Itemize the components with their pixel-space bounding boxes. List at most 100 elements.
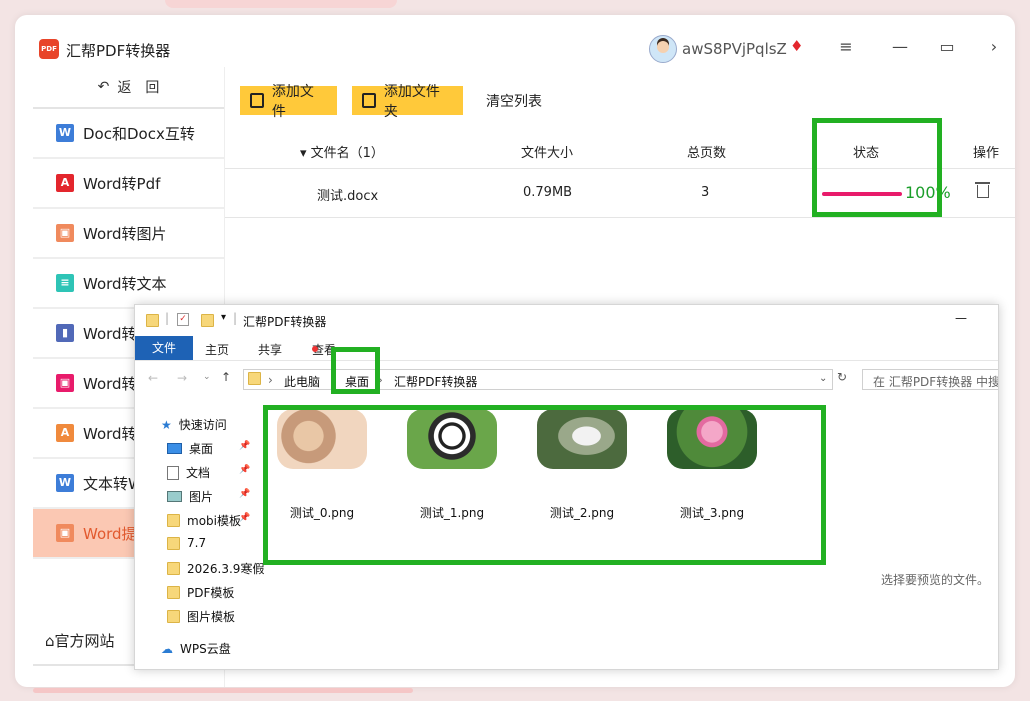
nav-item[interactable]: 图片 [167,488,213,505]
pdf-icon: A [56,174,74,192]
cloud-icon: ☁ [161,641,173,656]
nav-item[interactable]: ★ 快速访问 [161,416,227,433]
explorer-minimize-button[interactable]: — [955,311,967,325]
sidebar-item-label: Word转Pdf [83,174,161,193]
folder-icon [167,610,180,623]
ribbon-tab-share[interactable]: 共享 [258,341,282,358]
nav-item-label: PDF模板 [187,586,235,600]
minimize-button[interactable]: — [889,37,911,56]
star-icon: ★ [161,417,172,432]
folder-icon [248,372,261,385]
folder-icon [167,536,180,550]
image-icon: ▣ [56,224,74,242]
sidebar-item[interactable]: ▣ Word转图片 [33,209,224,259]
sidebar-item-label: Word转 [83,374,137,393]
explorer-title-bar: | ✓ ▾ | 汇帮PDF转换器 — [135,305,998,335]
nav-item[interactable]: 7.7 [167,536,206,550]
app-title: 汇帮PDF转换器 [66,42,171,60]
column-pages: 总页数 [687,146,727,161]
forward-arrow-icon[interactable]: → [177,371,187,385]
nav-item-label: 桌面 [189,442,214,456]
back-arrow-icon[interactable]: ← [148,371,158,385]
notification-dot [312,346,318,352]
clear-list-button[interactable]: 清空列表 [486,91,542,111]
pin-icon: 📌 [239,489,251,499]
pin-icon: 📌 [239,465,251,475]
separator: | [233,311,238,325]
more-button[interactable]: › [983,37,1005,56]
up-arrow-icon[interactable]: ↑ [221,370,231,384]
nav-item-label: mobi模板 [187,514,241,528]
word-icon: W [56,474,74,492]
nav-item-label: 图片模板 [187,610,236,624]
explorer-title: 汇帮PDF转换器 [243,315,327,329]
address-dropdown-icon[interactable]: ⌄ [819,373,827,384]
nav-item[interactable]: 2026.3.9寒假 [167,560,264,577]
back-button[interactable]: ↶ 返 回 [33,67,224,109]
back-arrow-icon: ↶ [97,79,110,95]
sidebar-item[interactable]: A Word转Pdf [33,159,224,209]
home-icon: ⌂ [45,632,55,650]
back-label: 返 回 [117,80,160,96]
column-filename[interactable]: ▾ 文件名（1） [300,142,384,161]
maximize-button[interactable]: ▭ [936,37,958,56]
pin-icon: 📌 [239,441,251,451]
nav-item-label: 2026.3.9寒假 [187,562,265,576]
folder-icon [167,562,180,575]
official-site-link[interactable]: ⌂官方网站 [45,630,115,651]
column-size: 文件大小 [521,146,574,161]
desktop-highlight-box [331,347,380,394]
delete-icon[interactable] [975,182,990,198]
new-folder-icon[interactable] [201,314,214,327]
quick-access-dropdown-icon[interactable]: ▾ [221,312,226,323]
nav-item[interactable]: mobi模板 [167,512,241,529]
sidebar-item-label: Word转图片 [83,224,167,243]
nav-item[interactable]: 文档 [167,464,210,481]
breadcrumb-separator: › [268,373,273,387]
title-bar: PDF 汇帮PDF转换器 awS8PVjPqlsZ ♦ ≡ — ▭ › [15,15,1015,67]
properties-icon[interactable]: ✓ [177,313,189,326]
pdf-icon: A [56,424,74,442]
nav-item-label: WPS云盘 [180,642,231,656]
sidebar-item[interactable]: ≡ Word转文本 [33,259,224,309]
nav-item-label: 快速访问 [178,418,227,432]
folder-icon [167,514,180,527]
add-folder-button[interactable]: 添加文件夹 [352,84,463,120]
search-input[interactable]: 在 汇帮PDF转换器 中搜索 [862,369,998,390]
breadcrumb-this-pc[interactable]: 此电脑 [284,373,320,390]
sidebar-item-label: Word提 [83,524,137,543]
nav-item[interactable]: 图片模板 [167,608,235,625]
breadcrumb-folder[interactable]: 汇帮PDF转换器 [394,373,477,390]
nav-item-label: 7.7 [187,536,207,550]
documents-icon [167,465,179,480]
username[interactable]: awS8PVjPqlsZ [682,40,787,58]
row-pages: 3 [701,185,710,200]
ribbon-tab-home[interactable]: 主页 [205,341,229,358]
refresh-icon[interactable]: ↻ [837,370,847,384]
text-file-icon: ≡ [56,274,74,292]
folder-add-icon [362,93,376,108]
sidebar-item[interactable]: W Doc和Docx互转 [33,109,224,159]
sidebar-item-label: Doc和Docx互转 [83,124,195,143]
recent-dropdown-icon[interactable]: ⌄ [203,372,211,382]
sidebar-item-label: Word转 [83,324,137,343]
folder-icon [146,314,159,327]
status-highlight-box [812,118,942,217]
app-logo-icon: PDF [39,39,59,59]
menu-button[interactable]: ≡ [835,37,857,56]
avatar[interactable] [649,35,677,63]
background-bar-bottom [33,688,413,693]
background-bar-top [165,0,397,8]
add-file-button[interactable]: 添加文件 [240,84,337,120]
navigation-pane: ★ 快速访问 桌面 📌 文档 📌 图片 📌 mobi模板 📌 7.7 2026.3.9寒假 PDF模板图… [135,409,265,669]
sidebar-item-label: Word转文本 [83,274,167,293]
separator: | [165,311,170,325]
explorer-ribbon: 文件 主页 共享 查看 [135,336,998,361]
pin-icon: 📌 [239,513,251,523]
nav-item[interactable]: 桌面 [167,440,213,457]
ribbon-tab-file[interactable]: 文件 [135,336,193,360]
nav-item[interactable]: ☁ WPS云盘 [161,640,231,657]
nav-item[interactable]: PDF模板 [167,584,234,601]
diamond-icon[interactable]: ♦ [790,38,806,54]
preview-hint: 选择要预览的文件。 [881,573,990,587]
